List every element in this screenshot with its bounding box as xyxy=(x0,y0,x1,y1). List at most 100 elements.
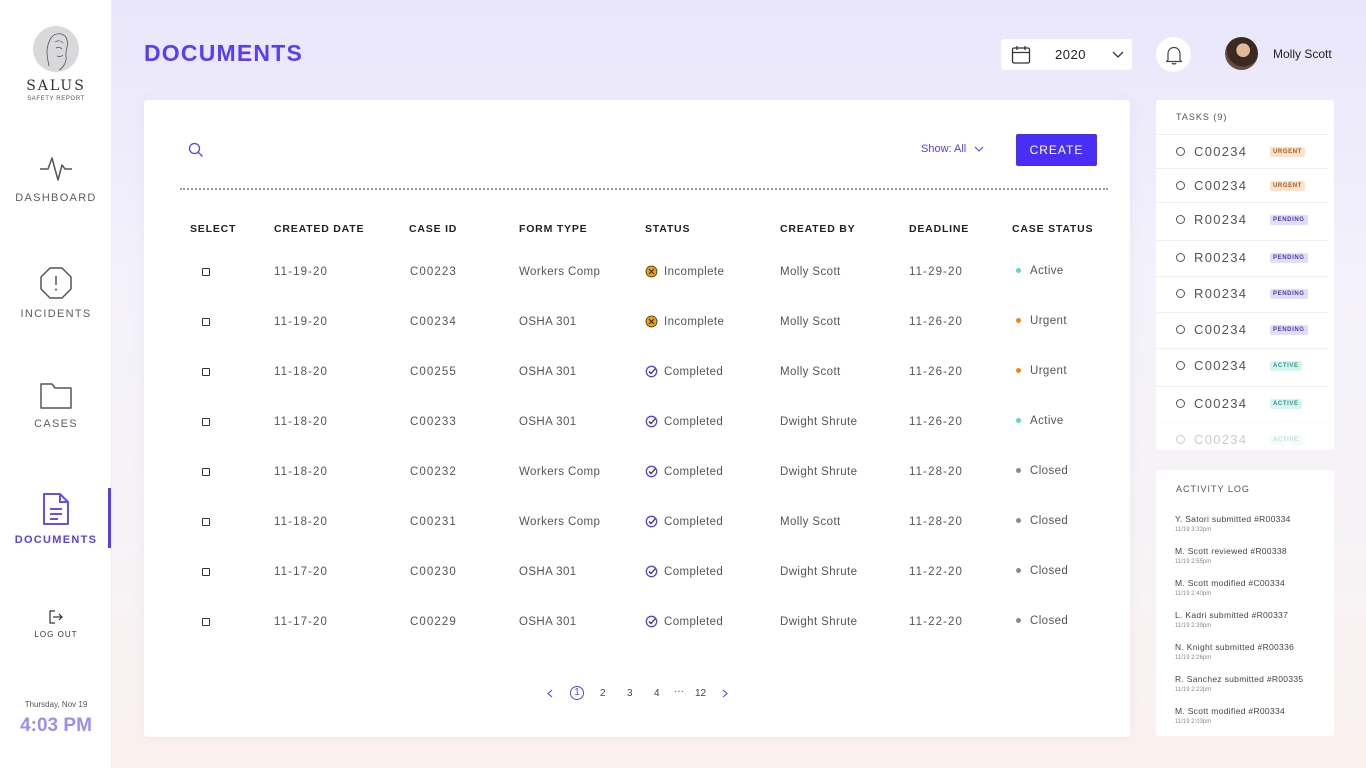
task-item[interactable]: C00234 ACTIVE xyxy=(1156,386,1328,420)
task-radio[interactable] xyxy=(1176,361,1185,370)
logout-button[interactable]: LOG OUT xyxy=(0,610,112,639)
activity-item[interactable]: N. Knight submitted #R00336 11/19 2:26pm xyxy=(1175,642,1294,661)
activity-item[interactable]: M. Scott reviewed #R00338 11/19 2:55pm xyxy=(1175,546,1287,565)
task-radio[interactable] xyxy=(1176,147,1185,156)
page-4[interactable]: 4 xyxy=(654,688,660,699)
activity-text: M. Scott modified #R00334 xyxy=(1175,706,1286,716)
task-radio[interactable] xyxy=(1176,181,1185,190)
task-radio[interactable] xyxy=(1176,399,1185,408)
case-status-label: Closed xyxy=(1030,465,1069,477)
row-checkbox[interactable] xyxy=(202,318,210,326)
task-item[interactable]: C00234 ACTIVE xyxy=(1156,348,1328,382)
notifications-button[interactable] xyxy=(1156,37,1191,72)
tasks-title: TASKS (9) xyxy=(1176,112,1228,122)
cell-created-date: 11-17-20 xyxy=(274,566,328,578)
prev-page-button[interactable] xyxy=(547,689,553,701)
cell-form-type: Workers Comp xyxy=(519,466,601,478)
nav-documents[interactable]: DOCUMENTS xyxy=(0,492,112,546)
page-12[interactable]: 12 xyxy=(695,688,706,699)
case-status-dot xyxy=(1016,268,1021,274)
task-radio[interactable] xyxy=(1176,435,1185,444)
case-status-label: Closed xyxy=(1030,515,1069,527)
row-checkbox[interactable] xyxy=(202,368,210,376)
show-filter-dropdown[interactable]: Show: All xyxy=(921,143,984,155)
cell-created-date: 11-18-20 xyxy=(274,366,328,378)
cell-case-status: Closed xyxy=(1016,565,1068,577)
task-id: C00234 xyxy=(1194,322,1248,337)
task-radio[interactable] xyxy=(1176,253,1185,262)
cell-created-date: 11-19-20 xyxy=(274,266,328,278)
case-status-label: Urgent xyxy=(1030,365,1067,377)
task-item[interactable]: R00234 PENDING xyxy=(1156,240,1328,274)
case-status-label: Urgent xyxy=(1030,315,1067,327)
completed-check-icon xyxy=(645,565,658,578)
cell-deadline: 11-29-20 xyxy=(909,266,963,278)
task-id: R00234 xyxy=(1194,212,1248,227)
status-label: Completed xyxy=(664,565,724,578)
row-checkbox[interactable] xyxy=(202,418,210,426)
cell-status: Incomplete xyxy=(645,265,724,278)
task-id: C00234 xyxy=(1194,358,1248,373)
task-id: C00234 xyxy=(1194,396,1248,411)
activity-title: ACTIVITY LOG xyxy=(1176,484,1250,494)
row-checkbox[interactable] xyxy=(202,568,210,576)
activity-time: 11/19 3:32pm xyxy=(1175,527,1212,533)
cell-deadline: 11-22-20 xyxy=(909,616,963,628)
task-status-badge: URGENT xyxy=(1270,147,1305,157)
brand-name: SALUS xyxy=(26,78,86,94)
task-status-badge: PENDING xyxy=(1270,253,1308,263)
activity-item[interactable]: Y. Satori submitted #R00334 11/19 3:32pm xyxy=(1175,514,1291,533)
task-item[interactable]: C00234 PENDING xyxy=(1156,312,1328,346)
activity-item[interactable]: M. Scott modified #R00334 11/19 2:03pm xyxy=(1175,706,1285,725)
task-radio[interactable] xyxy=(1176,289,1185,298)
create-button[interactable]: CREATE xyxy=(1016,134,1097,166)
col-header-status[interactable]: STATUS xyxy=(645,223,690,235)
nav-documents-label: DOCUMENTS xyxy=(14,534,98,546)
cell-form-type: OSHA 301 xyxy=(519,416,577,428)
cell-deadline: 11-26-20 xyxy=(909,366,963,378)
nav-cases[interactable]: CASES xyxy=(0,380,112,430)
row-checkbox[interactable] xyxy=(202,518,210,526)
completed-check-icon xyxy=(645,465,658,478)
page-2[interactable]: 2 xyxy=(600,688,606,699)
col-header-created-date[interactable]: CREATED DATE xyxy=(274,223,364,235)
cell-case-status: Closed xyxy=(1016,615,1068,627)
year-select[interactable]: 2020 xyxy=(1001,39,1132,70)
task-item[interactable]: C00234 URGENT xyxy=(1156,168,1328,202)
col-header-select[interactable]: SELECT xyxy=(190,223,236,235)
brand-tagline: SAFETY REPORT xyxy=(27,96,85,102)
task-item[interactable]: R00234 PENDING xyxy=(1156,202,1328,236)
activity-item[interactable]: L. Kadri submitted #R00337 11/19 2:39pm xyxy=(1175,610,1288,629)
nav-dashboard[interactable]: DASHBOARD xyxy=(0,152,112,204)
activity-item[interactable]: R. Sanchez submitted #R00335 11/19 2:22pm xyxy=(1175,674,1303,693)
col-header-case-id[interactable]: CASE ID xyxy=(409,223,457,235)
activity-item[interactable]: M. Scott modified #C00334 11/19 2:40pm xyxy=(1175,578,1285,597)
task-radio[interactable] xyxy=(1176,325,1185,334)
user-name[interactable]: Molly Scott xyxy=(1273,47,1332,61)
page-1[interactable]: 1 xyxy=(570,686,584,700)
row-checkbox[interactable] xyxy=(202,618,210,626)
task-item[interactable]: C00234 ACTIVE xyxy=(1156,422,1328,450)
avatar[interactable] xyxy=(1225,37,1258,70)
row-checkbox[interactable] xyxy=(202,268,210,276)
case-status-dot xyxy=(1016,518,1021,524)
row-checkbox[interactable] xyxy=(202,468,210,476)
folder-icon xyxy=(40,383,72,409)
search-button[interactable] xyxy=(188,142,204,163)
next-page-button[interactable] xyxy=(722,689,728,701)
activity-text: M. Scott modified #C00334 xyxy=(1175,578,1286,588)
col-header-form-type[interactable]: FORM TYPE xyxy=(519,223,587,235)
status-label: Incomplete xyxy=(664,315,725,328)
page-3[interactable]: 3 xyxy=(627,688,633,699)
col-header-deadline[interactable]: DEADLINE xyxy=(909,223,969,235)
pulse-icon xyxy=(40,157,72,181)
task-item[interactable]: C00234 URGENT xyxy=(1156,134,1328,168)
cell-created-date: 11-18-20 xyxy=(274,516,328,528)
task-item[interactable]: R00234 PENDING xyxy=(1156,276,1328,310)
cell-status: Completed xyxy=(645,615,723,628)
col-header-case-status[interactable]: CASE STATUS xyxy=(1012,223,1093,235)
task-radio[interactable] xyxy=(1176,215,1185,224)
col-header-created-by[interactable]: CREATED BY xyxy=(780,223,855,235)
nav-incidents[interactable]: INCIDENTS xyxy=(0,266,112,320)
completed-check-icon xyxy=(645,365,658,378)
